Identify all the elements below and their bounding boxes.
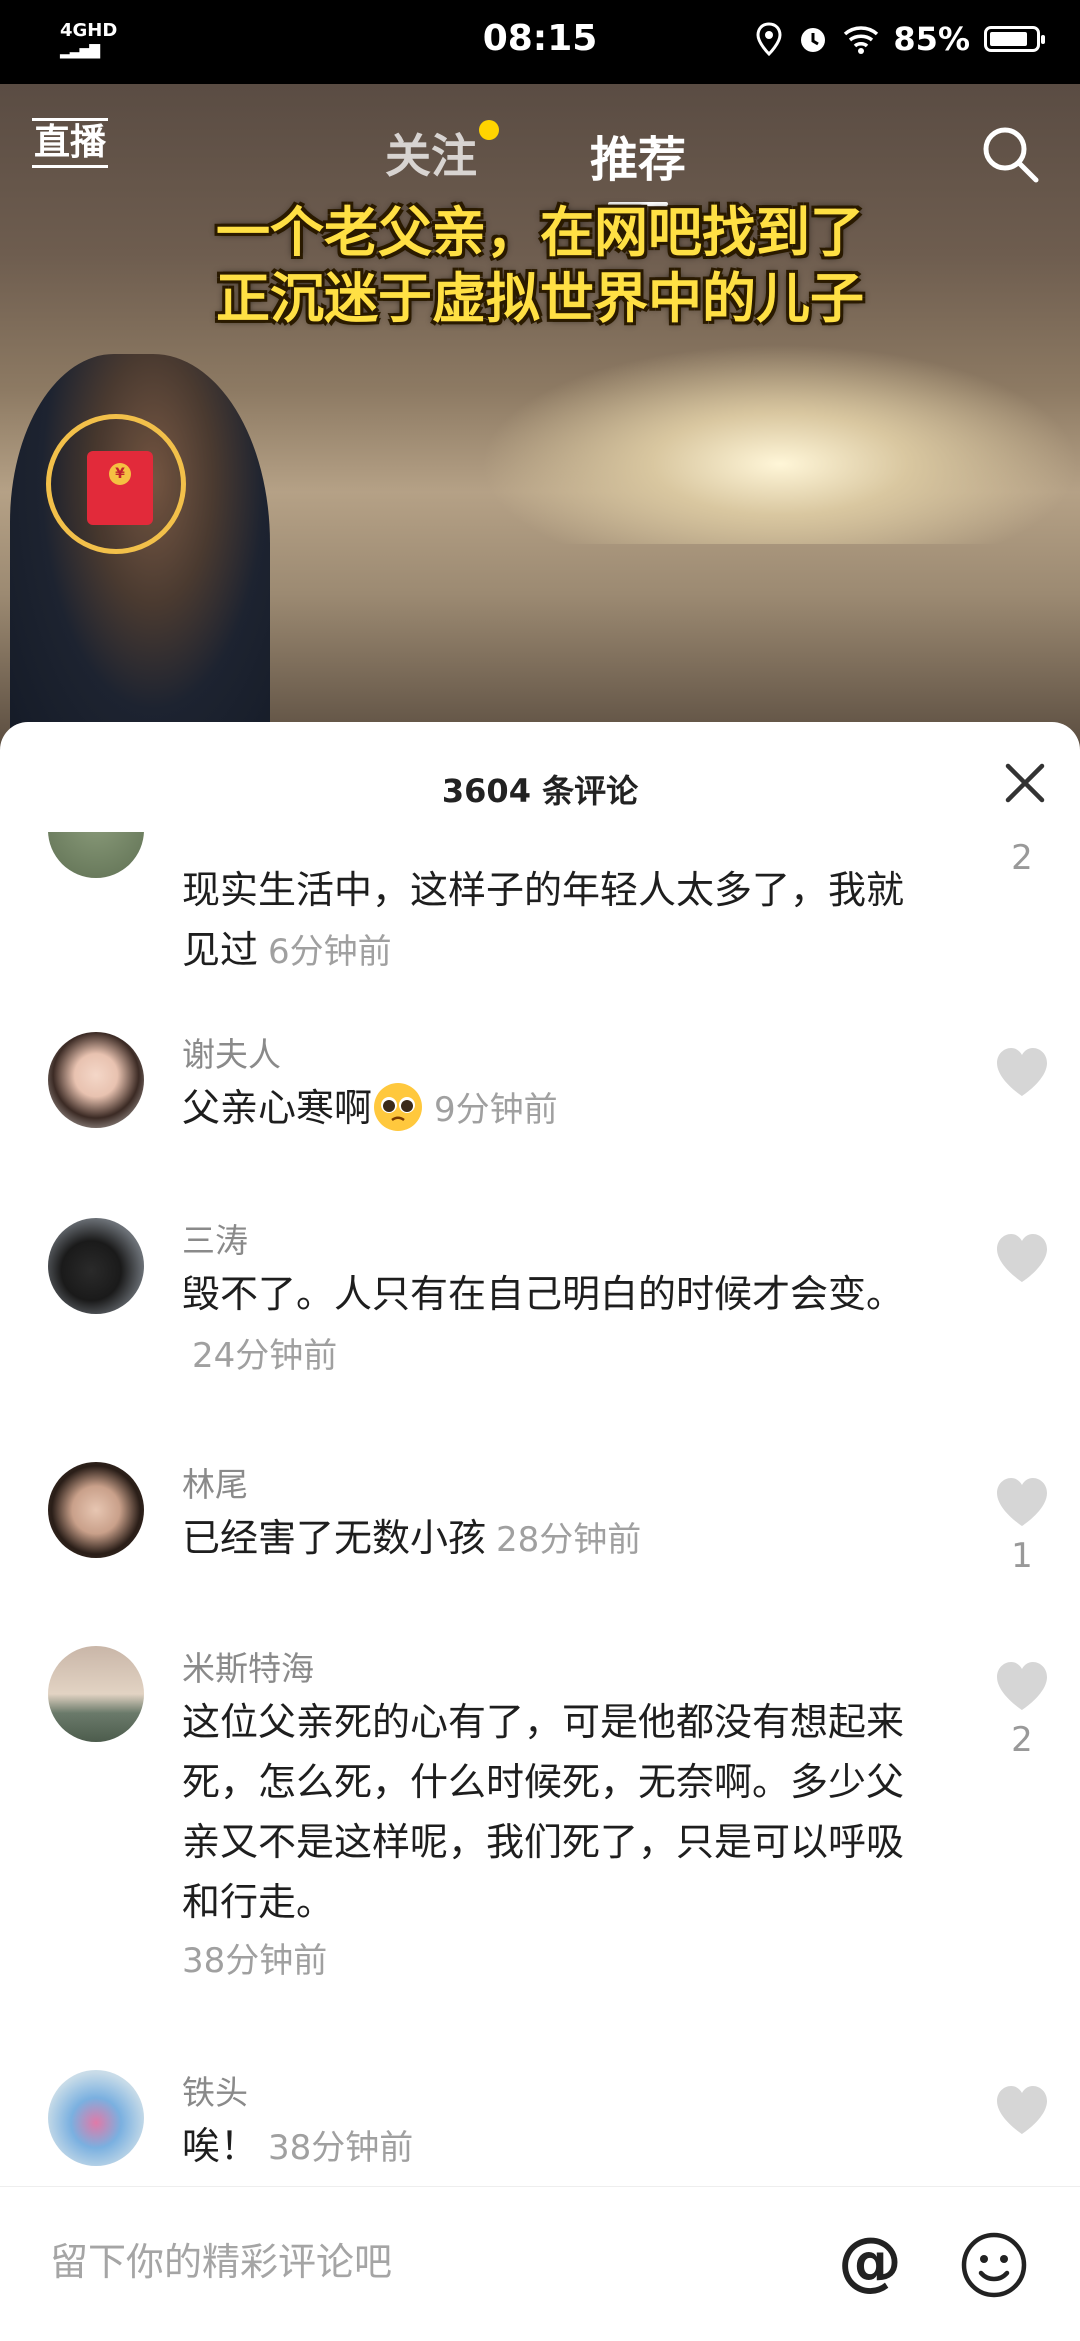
comments-sheet: 3604 条评论 现实生活中，这样子的年轻人太多了，我就见过 6分钟前 2 谢夫人…	[0, 722, 1080, 2340]
comment-username[interactable]: 三涛	[182, 1214, 248, 1262]
avatar[interactable]	[48, 1218, 144, 1314]
comment-time: 9分钟前	[434, 1090, 558, 1130]
comment-username[interactable]: 米斯特海	[182, 1642, 314, 1690]
like-button[interactable]	[994, 1046, 1050, 1106]
emoji-icon[interactable]	[960, 2231, 1028, 2299]
comment-time: 38分钟前	[182, 1941, 328, 1981]
like-button[interactable]: 2	[994, 832, 1050, 878]
red-packet-icon: ¥	[87, 451, 153, 525]
search-icon[interactable]	[978, 122, 1042, 186]
like-button[interactable]: 2	[994, 1660, 1050, 1760]
comment-body: 已经害了无数小孩	[182, 1516, 487, 1560]
mention-icon[interactable]: @	[838, 2227, 902, 2297]
location-icon	[756, 22, 782, 56]
like-count: 1	[1011, 1536, 1033, 1576]
avatar[interactable]	[48, 832, 144, 878]
alarm-icon	[801, 28, 826, 52]
comment-input-bar: @	[0, 2186, 1080, 2341]
battery-fill	[990, 32, 1027, 46]
heart-icon	[997, 1048, 1047, 1096]
battery-percent: 85%	[893, 20, 970, 58]
video-caption-line2: 正沉迷于虚拟世界中的儿子	[216, 267, 864, 330]
red-packet-button[interactable]: ¥	[46, 414, 186, 554]
heart-icon	[997, 1478, 1047, 1526]
new-content-dot	[479, 120, 499, 140]
tab-recommend-label: 推荐	[590, 132, 687, 188]
video-player[interactable]	[0, 84, 1080, 764]
tab-recommend[interactable]: 推荐	[590, 120, 687, 206]
comment-username[interactable]: 林尾	[182, 1458, 248, 1506]
comment-text: 唉！ 38分钟前	[182, 2116, 922, 2178]
avatar[interactable]	[48, 1646, 144, 1742]
video-frame-light	[480, 344, 1080, 544]
comment-time: 6分钟前	[268, 932, 392, 972]
wifi-icon	[844, 26, 879, 54]
comment-body: 毁不了。人只有在自己明白的时候才会变。	[182, 1272, 905, 1316]
like-button[interactable]: 1	[994, 1476, 1050, 1576]
comment-time: 24分钟前	[192, 1336, 338, 1376]
like-button[interactable]	[994, 2084, 1050, 2144]
comment-text: 父亲心寒啊 9分钟前	[182, 1078, 922, 1140]
comment-text: 已经害了无数小孩 28分钟前	[182, 1508, 922, 1570]
comment-text: 毁不了。人只有在自己明白的时候才会变。 24分钟前	[182, 1264, 922, 1386]
status-icons: 85%	[755, 20, 1045, 58]
tab-follow-label: 关注	[385, 129, 477, 183]
heart-icon	[997, 2086, 1047, 2134]
like-count: 2	[1011, 1720, 1033, 1760]
heart-icon	[997, 1234, 1047, 1282]
comment-input[interactable]	[48, 2231, 812, 2293]
comments-count-title: 3604 条评论	[441, 772, 639, 810]
like-count: 2	[1011, 838, 1033, 878]
comment-time: 28分钟前	[496, 1520, 642, 1560]
avatar[interactable]	[48, 1462, 144, 1558]
avatar[interactable]	[48, 1032, 144, 1128]
avatar[interactable]	[48, 2070, 144, 2166]
tab-follow[interactable]: 关注	[385, 120, 499, 186]
close-icon[interactable]	[1000, 758, 1050, 808]
heart-icon	[997, 1662, 1047, 1710]
comments-list[interactable]: 现实生活中，这样子的年轻人太多了，我就见过 6分钟前 2 谢夫人 父亲心寒啊 9分钟…	[0, 832, 1080, 2222]
comment-body: 这位父亲死的心有了，可是他都没有想起来死，怎么死，什么时候死，无奈啊。多少父亲又…	[182, 1700, 905, 1924]
comment-username[interactable]: 谢夫人	[182, 1028, 281, 1076]
like-button[interactable]	[994, 1232, 1050, 1292]
battery-icon	[984, 26, 1045, 52]
pleading-face-emoji	[374, 1082, 423, 1131]
status-bar: 4GHD ▂▃▅▇ 08:15 85%	[0, 0, 1080, 84]
comment-username[interactable]: 铁头	[182, 2066, 248, 2114]
comment-text: 现实生活中，这样子的年轻人太多了，我就见过 6分钟前	[182, 860, 922, 982]
live-button[interactable]: 直播	[32, 118, 109, 168]
comment-text: 这位父亲死的心有了，可是他都没有想起来死，怎么死，什么时候死，无奈啊。多少父亲又…	[182, 1692, 922, 1990]
comment-body: 唉！	[182, 2124, 259, 2168]
yuan-coin-icon: ¥	[109, 463, 131, 485]
video-frame-person	[10, 354, 270, 764]
comment-body: 父亲心寒啊	[182, 1086, 373, 1130]
comment-time: 38分钟前	[268, 2128, 414, 2168]
